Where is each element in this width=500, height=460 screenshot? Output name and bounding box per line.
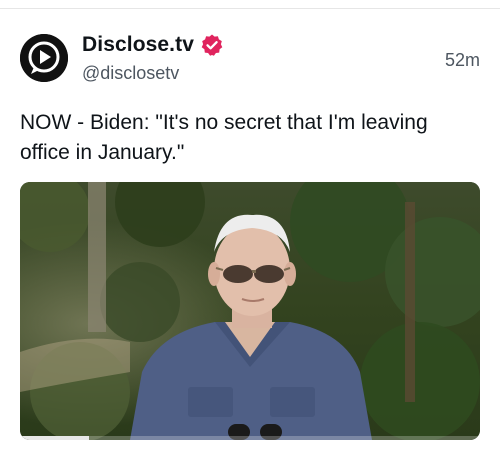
video-progress-fill <box>20 436 89 440</box>
video-player[interactable] <box>20 182 480 440</box>
author-name[interactable]: Disclose.tv <box>82 33 194 57</box>
author-handle[interactable]: @disclosetv <box>82 63 179 84</box>
post-timestamp[interactable]: 52m <box>445 50 480 71</box>
post-text: NOW - Biden: "It's no secret that I'm le… <box>20 111 428 164</box>
author-row: Disclose.tv <box>82 32 224 58</box>
video-frame <box>20 182 480 440</box>
verified-badge-icon <box>200 33 224 57</box>
play-logo-icon <box>20 34 68 82</box>
post-card[interactable]: Disclose.tv @disclosetv 52m NOW - Biden:… <box>0 0 500 460</box>
avatar[interactable] <box>20 34 68 82</box>
video-progress-bar[interactable] <box>20 436 480 440</box>
divider <box>0 0 500 9</box>
